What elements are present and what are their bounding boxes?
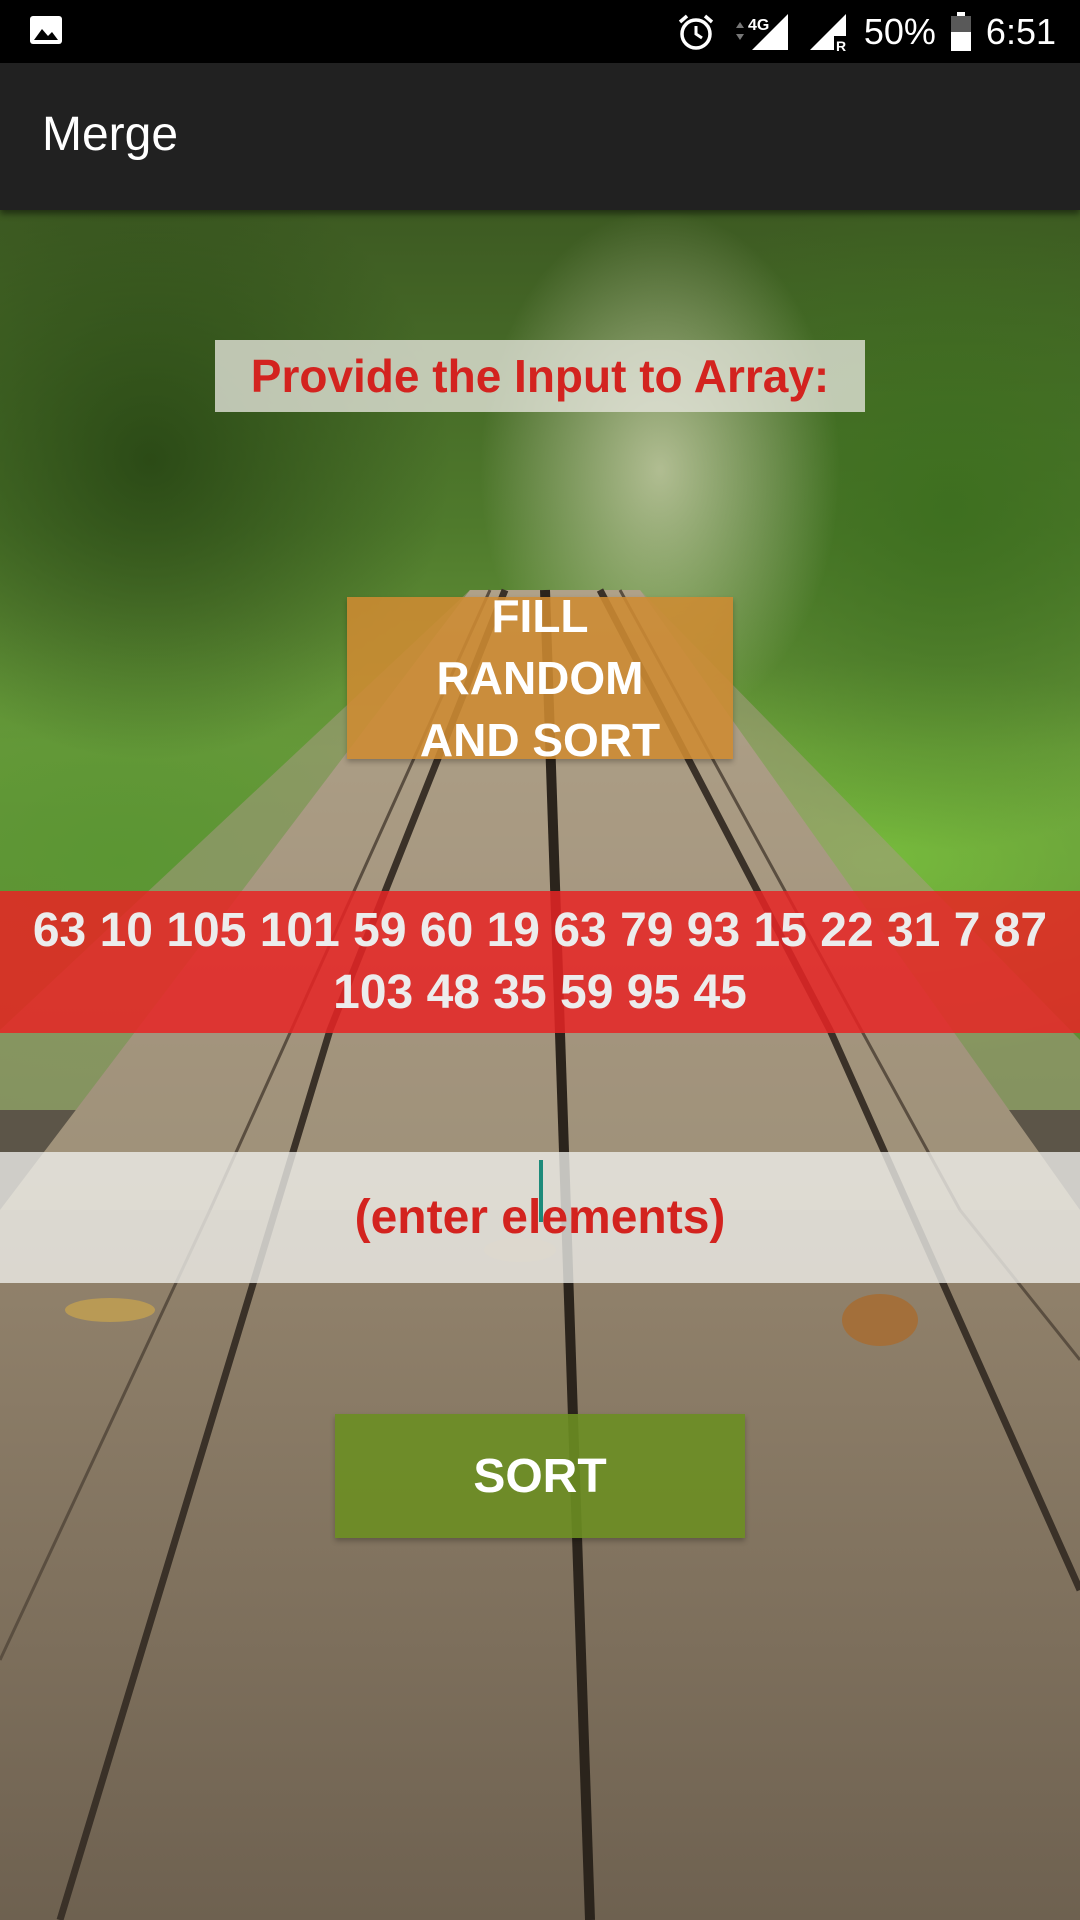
battery-percent: 50% xyxy=(863,11,936,52)
sort-button[interactable]: SORT xyxy=(335,1414,745,1538)
boardwalk-image xyxy=(0,588,1080,1920)
gallery-icon xyxy=(30,16,62,44)
sort-button-label: SORT xyxy=(473,1449,607,1503)
input-prompt-label: Provide the Input to Array: xyxy=(215,340,865,412)
app-title: Merge xyxy=(42,108,179,161)
screen: 4G R 50% 6:51 Merge Provide the Input to… xyxy=(0,0,1080,1920)
battery-icon xyxy=(950,11,971,51)
clock: 6:51 xyxy=(985,11,1056,52)
alarm-icon xyxy=(678,14,713,50)
text-cursor xyxy=(539,1160,543,1222)
svg-text:R: R xyxy=(836,38,846,54)
signal-roaming-icon: R xyxy=(809,13,848,54)
status-bar: 4G R 50% 6:51 xyxy=(0,0,1080,63)
background-image xyxy=(0,210,1080,1920)
fill-random-and-sort-button[interactable]: FILL RANDOM AND SORT xyxy=(347,590,733,766)
app-bar: Merge xyxy=(0,63,1080,210)
array-values-text: 63 10 105 101 59 60 19 63 79 93 15 22 31… xyxy=(32,904,1048,1019)
fill-random-and-sort-label: FILL RANDOM AND SORT xyxy=(419,590,661,766)
network-type-label: 4G xyxy=(748,17,769,34)
status-icons: 4G R 50% 6:51 xyxy=(676,0,1056,63)
sorted-array-output: 63 10 105 101 59 60 19 63 79 93 15 22 31… xyxy=(0,891,1080,1033)
signal-4g-icon: 4G xyxy=(735,13,788,50)
